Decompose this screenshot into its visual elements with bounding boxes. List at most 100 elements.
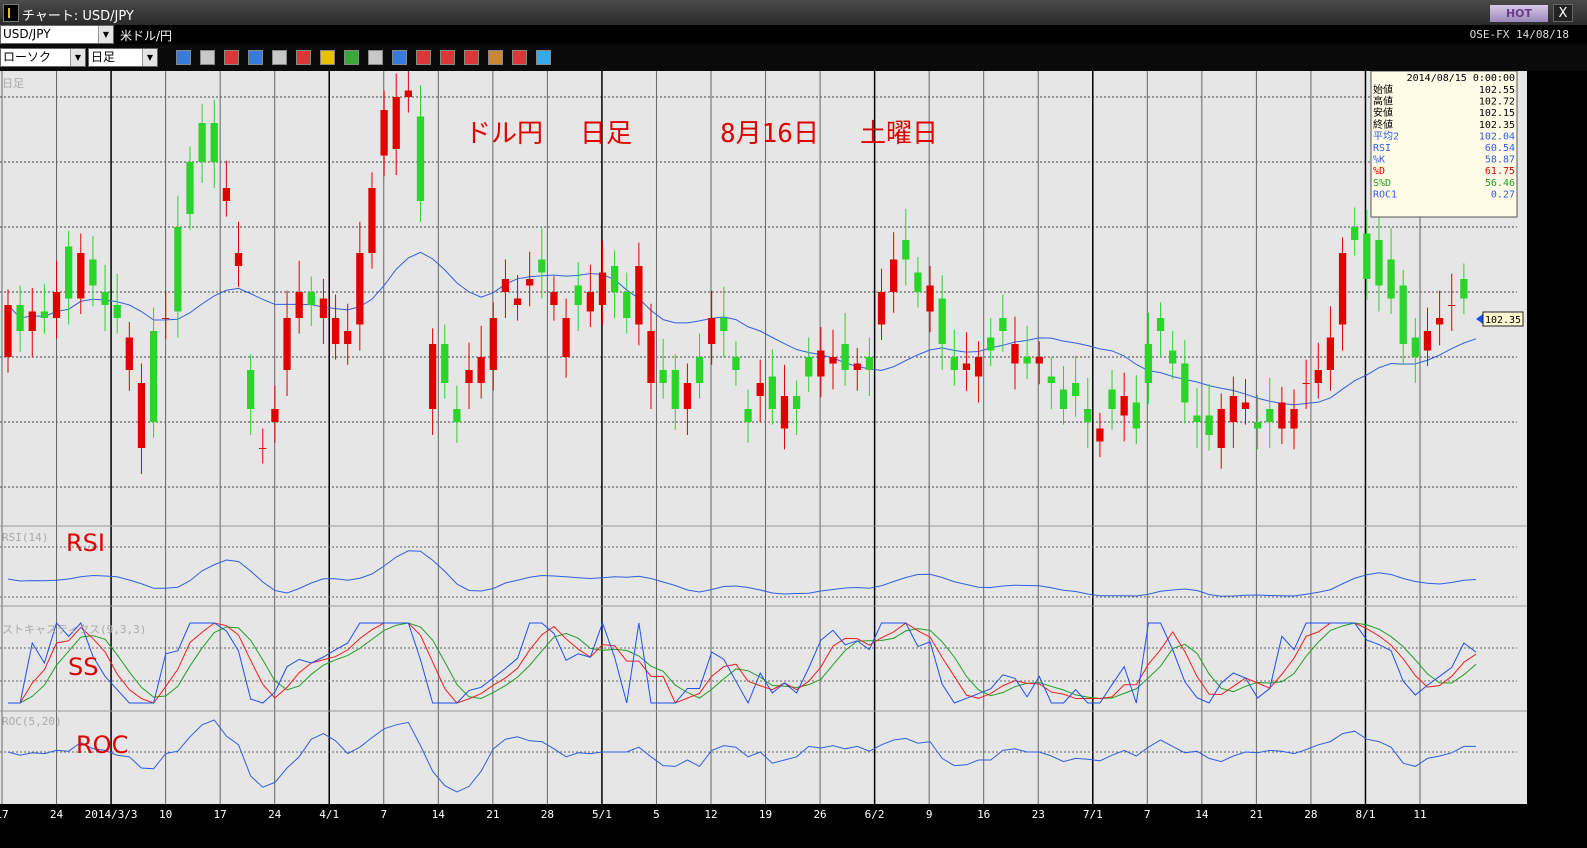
candle-body	[659, 370, 667, 383]
candle-body	[1435, 318, 1444, 325]
info-row-value: 102.35	[1479, 120, 1515, 131]
candle-body	[1363, 233, 1371, 279]
chevron-down-icon[interactable]: ▼	[142, 49, 157, 66]
candle-body	[1023, 357, 1031, 364]
x-axis-label: 4/1	[319, 808, 339, 821]
tools-icon[interactable]	[512, 50, 527, 65]
candle-body	[149, 331, 158, 422]
info-row-label: %K	[1373, 155, 1385, 166]
compare-icon[interactable]	[296, 50, 311, 65]
layout-icon[interactable]	[200, 50, 215, 65]
last-price-tag: 102.35	[1476, 311, 1524, 327]
candle-body	[805, 357, 813, 377]
chart-settings-icon[interactable]	[224, 50, 239, 65]
table-icon[interactable]	[272, 50, 287, 65]
candle-body	[1144, 344, 1153, 383]
candle-body	[368, 188, 376, 253]
candle-body	[987, 337, 995, 351]
candle-body	[610, 266, 619, 292]
candle-body	[1108, 389, 1116, 409]
info-row-label: %D	[1373, 166, 1385, 177]
x-axis-label: 9	[926, 808, 933, 821]
x-axis-label: 7	[380, 808, 387, 821]
x-axis-label: 7/1	[1083, 808, 1103, 821]
candle-body	[125, 337, 133, 370]
candle-body	[574, 285, 582, 305]
candle-body	[732, 357, 740, 370]
color-icon[interactable]	[536, 50, 551, 65]
info-row-value: 102.15	[1479, 108, 1515, 119]
x-axis-label: 28	[541, 808, 554, 821]
symbol-select[interactable]: USD/JPY ▼	[0, 25, 114, 44]
candle-body	[695, 357, 704, 383]
candle-body	[1314, 370, 1322, 383]
all-icon[interactable]	[464, 50, 479, 65]
info-row-value: 58.87	[1485, 155, 1515, 166]
candle-body	[1411, 337, 1419, 357]
chart-title-date: 8月16日	[720, 119, 819, 149]
candle-body	[720, 318, 728, 331]
candle-body	[1278, 402, 1286, 429]
candle-body	[586, 292, 594, 312]
candle-body	[1266, 409, 1274, 422]
gear-icon[interactable]	[488, 50, 503, 65]
candle-body	[101, 292, 109, 305]
x-axis-label: 26	[813, 808, 826, 821]
candle-body	[1071, 383, 1080, 396]
candle-body	[550, 292, 558, 305]
candle-body	[683, 383, 692, 409]
candle-body	[817, 350, 825, 377]
candle-body	[1423, 331, 1432, 351]
x-axis-label: 16	[977, 808, 990, 821]
info-row-label: 始値	[1373, 83, 1393, 96]
info-row-value: 60.54	[1485, 143, 1515, 154]
hot-button[interactable]: HOT	[1490, 5, 1548, 22]
rsi-annotation: RSI	[66, 529, 105, 557]
data-source: OSE-FX 14/08/18	[1469, 28, 1569, 41]
info-box: 2014/08/15 0:00:00 始値 102.55 高値 102.72 安値 102…	[1370, 70, 1518, 218]
candle-body	[392, 97, 400, 149]
symbol-bar: USD/JPY ▼ 米ドル/円 OSE-FX 14/08/18	[0, 25, 1587, 44]
info-date: 2014/08/15 0:00:00	[1407, 73, 1515, 84]
cursor-icon[interactable]	[368, 50, 383, 65]
candle-body	[283, 318, 291, 370]
candle-body	[1205, 415, 1213, 435]
x-axis-label: 17	[0, 808, 9, 821]
bar-width-icon[interactable]	[416, 50, 431, 65]
close-button[interactable]: X	[1553, 4, 1573, 22]
candle-body	[4, 305, 12, 357]
alert-icon[interactable]	[320, 50, 335, 65]
period-select[interactable]: 日足 ▼	[88, 48, 158, 67]
candle-body	[259, 448, 267, 449]
bar-width2-icon[interactable]	[440, 50, 455, 65]
chart-window: チャート: USD/JPY HOT X USD/JPY ▼ 米ドル/円 OSE-…	[0, 0, 1587, 844]
candle-body	[877, 292, 886, 325]
candle-body	[489, 318, 497, 370]
candle-body	[16, 305, 24, 331]
zoom-icon[interactable]	[176, 50, 191, 65]
candle-body	[65, 246, 73, 299]
x-axis-label: 23	[1032, 808, 1045, 821]
candle-body	[1460, 279, 1468, 299]
x-axis-label: 21	[1250, 808, 1263, 821]
candle-body	[1217, 409, 1225, 448]
candle-body	[926, 285, 934, 312]
candle-body	[1399, 285, 1407, 344]
candle-body	[295, 292, 303, 318]
x-axis-label: 28	[1304, 808, 1317, 821]
candle-body	[198, 123, 206, 162]
candle-body	[174, 227, 182, 312]
candle-body	[331, 318, 340, 344]
candle-body	[623, 292, 631, 318]
candle-body	[513, 298, 522, 305]
x-axis-label: 17	[214, 808, 227, 821]
chevron-down-icon[interactable]: ▼	[70, 49, 85, 66]
candle-body	[671, 370, 679, 409]
chart-type-select[interactable]: ローソク ▼	[0, 48, 86, 67]
search-icon[interactable]	[248, 50, 263, 65]
chevron-down-icon[interactable]: ▼	[98, 26, 113, 43]
x-axis-label: 14	[1195, 808, 1209, 821]
pencil-icon[interactable]	[344, 50, 359, 65]
rsi-panel-label: RSI(14)	[2, 531, 48, 544]
undo-icon[interactable]	[392, 50, 407, 65]
